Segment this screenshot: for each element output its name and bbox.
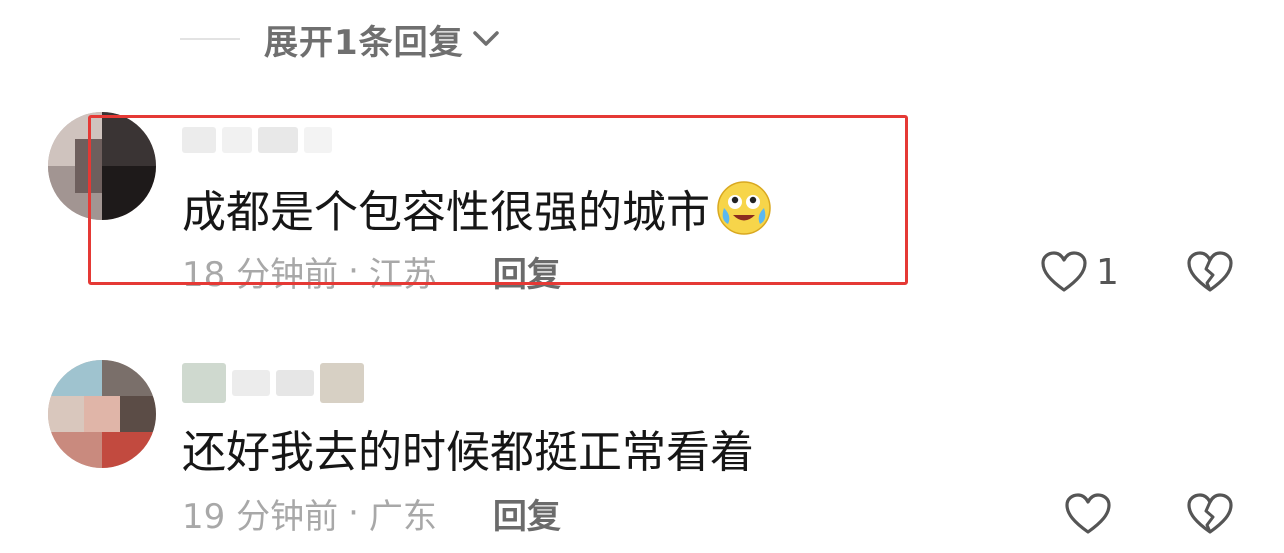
like-button[interactable]	[1064, 490, 1112, 538]
divider-line	[180, 38, 240, 40]
like-count: 1	[1096, 251, 1119, 293]
expand-replies-label: 展开1条回复	[264, 22, 464, 63]
comment-meta: 19 分钟前 · 广东 回复	[182, 489, 561, 538]
reply-button[interactable]: 回复	[493, 489, 561, 538]
highlight-box	[88, 115, 908, 285]
comment-text: 还好我去的时候都挺正常看着	[182, 427, 754, 478]
meta-separator: ·	[348, 493, 359, 533]
expand-replies-button[interactable]: 展开1条回复	[180, 14, 500, 64]
username-blurred[interactable]	[182, 360, 364, 406]
broken-heart-icon[interactable]	[1186, 250, 1234, 294]
broken-heart-icon[interactable]	[1186, 492, 1234, 536]
avatar[interactable]	[48, 360, 156, 468]
like-button[interactable]: 1	[1040, 248, 1119, 296]
comment-location: 广东	[368, 496, 437, 537]
heart-icon	[1065, 493, 1111, 534]
chevron-down-icon	[472, 31, 499, 46]
comment-time: 19 分钟前	[182, 496, 339, 537]
heart-icon	[1041, 251, 1087, 292]
